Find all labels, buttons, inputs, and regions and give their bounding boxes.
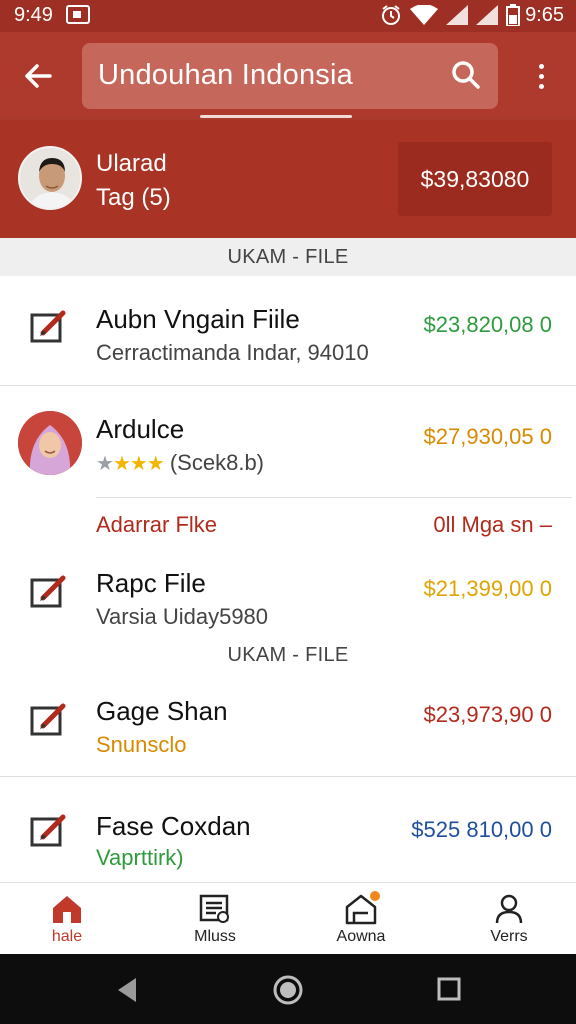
wifi-icon bbox=[410, 5, 438, 25]
back-triangle-icon[interactable] bbox=[114, 976, 140, 1004]
item-subtitle: Vaprttirk) bbox=[96, 845, 184, 870]
item-title: Rapc File bbox=[96, 568, 206, 598]
item-title: Fase Coxdan bbox=[96, 811, 251, 841]
item-title: Gage Shan bbox=[96, 696, 228, 726]
avatar[interactable] bbox=[18, 411, 82, 475]
profile-name: Ularad bbox=[96, 150, 167, 177]
item-amount: 0ll Mga sn – bbox=[433, 512, 552, 537]
edit-icon[interactable] bbox=[30, 813, 68, 847]
nav-label: Mluss bbox=[194, 928, 236, 945]
rating: ★★★★ (Scek8.b) bbox=[96, 450, 264, 476]
system-icons bbox=[380, 4, 520, 26]
arrow-left-icon bbox=[25, 64, 52, 88]
rating-text: (Scek8.b) bbox=[169, 450, 265, 475]
item-amount: $27,930,05 0 bbox=[423, 424, 552, 449]
search-icon[interactable] bbox=[448, 57, 484, 93]
home-circle-icon[interactable] bbox=[272, 974, 304, 1006]
home-icon bbox=[53, 896, 81, 923]
dot-icon bbox=[538, 83, 544, 89]
person-icon bbox=[495, 894, 523, 924]
item-amount: $525 810,00 0 bbox=[411, 817, 552, 842]
status-time-left: 9:49 bbox=[14, 4, 53, 26]
item-subtitle: Cerractimanda Indar, 94010 bbox=[96, 340, 369, 365]
alarm-icon bbox=[382, 5, 400, 25]
list-item[interactable]: Fase Coxdan Vaprttirk) $525 810,00 0 bbox=[0, 777, 576, 882]
item-title: Ardulce bbox=[96, 414, 185, 444]
notification-badge bbox=[368, 889, 382, 903]
signal-2-icon bbox=[476, 5, 498, 25]
profile-subtitle: Tag (5) bbox=[96, 184, 171, 211]
item-amount: $23,820,08 0 bbox=[423, 312, 552, 337]
avatar[interactable] bbox=[18, 146, 82, 210]
search-field[interactable]: Undouhan Indonsia bbox=[82, 43, 498, 109]
system-navigation-bar bbox=[0, 954, 576, 1024]
document-icon bbox=[199, 894, 229, 923]
nav-item-home[interactable]: hale bbox=[22, 893, 112, 946]
bottom-navigation: hale Mluss Aowna Verrs bbox=[0, 882, 576, 954]
edit-icon[interactable] bbox=[30, 702, 68, 736]
cast-icon bbox=[66, 5, 90, 24]
edit-icon[interactable] bbox=[30, 574, 68, 608]
avatar-woman-image bbox=[18, 411, 82, 475]
section-header: UKAM - FILE bbox=[227, 246, 349, 268]
nav-item-account[interactable]: Aowna bbox=[316, 889, 406, 946]
app-bar: Undouhan Indonsia bbox=[0, 32, 576, 120]
nav-item-messages[interactable]: Mluss bbox=[170, 893, 260, 946]
item-title: Aubn Vngain Fiile bbox=[96, 304, 300, 334]
dot-icon bbox=[538, 63, 544, 69]
item-subtitle: Varsia Uiday5980 bbox=[96, 604, 269, 629]
item-title: Adarrar Flke bbox=[96, 512, 218, 537]
item-amount: $21,399,00 0 bbox=[423, 576, 552, 601]
balance-box[interactable]: $39,83080 bbox=[398, 142, 552, 216]
nav-label: Verrs bbox=[490, 928, 528, 945]
profile-card[interactable]: Ularad Tag (5) $39,83080 bbox=[0, 120, 576, 238]
status-bar: 9:49 9:65 bbox=[0, 0, 576, 32]
more-options-button[interactable] bbox=[526, 56, 556, 96]
nav-item-profile[interactable]: Verrs bbox=[464, 893, 554, 946]
list-item[interactable]: Rapc File Varsia Uiday5980 $21,399,00 0 bbox=[0, 548, 576, 644]
dot-icon bbox=[538, 73, 544, 79]
item-amount: $23,973,90 0 bbox=[423, 702, 552, 727]
balance-value: $39,83080 bbox=[420, 165, 530, 192]
item-subtitle: Snunsclo bbox=[96, 732, 187, 757]
star-rating-icon: ★★★★ bbox=[96, 453, 165, 475]
list-item[interactable]: Ardulce ★★★★ (Scek8.b) $27,930,05 0 bbox=[0, 386, 576, 498]
list-item[interactable]: Adarrar Flke 0ll Mga sn – bbox=[0, 498, 576, 548]
edit-icon[interactable] bbox=[30, 309, 68, 343]
nav-label: Aowna bbox=[336, 928, 386, 945]
nav-label: hale bbox=[51, 928, 83, 945]
back-button[interactable] bbox=[18, 56, 58, 96]
avatar-man-image bbox=[20, 148, 80, 208]
search-input-text[interactable]: Undouhan Indonsia bbox=[98, 59, 353, 92]
battery-icon bbox=[506, 4, 520, 26]
signal-icon bbox=[446, 5, 468, 25]
list-item[interactable]: Aubn Vngain Fiile Cerractimanda Indar, 9… bbox=[0, 276, 576, 386]
section-header: UKAM - FILE bbox=[227, 644, 349, 666]
recents-square-icon[interactable] bbox=[436, 976, 462, 1002]
search-underline bbox=[200, 115, 352, 118]
list-item[interactable]: Gage Shan Snunsclo $23,973,90 0 bbox=[0, 676, 576, 776]
status-time-right: 9:65 bbox=[525, 4, 564, 26]
